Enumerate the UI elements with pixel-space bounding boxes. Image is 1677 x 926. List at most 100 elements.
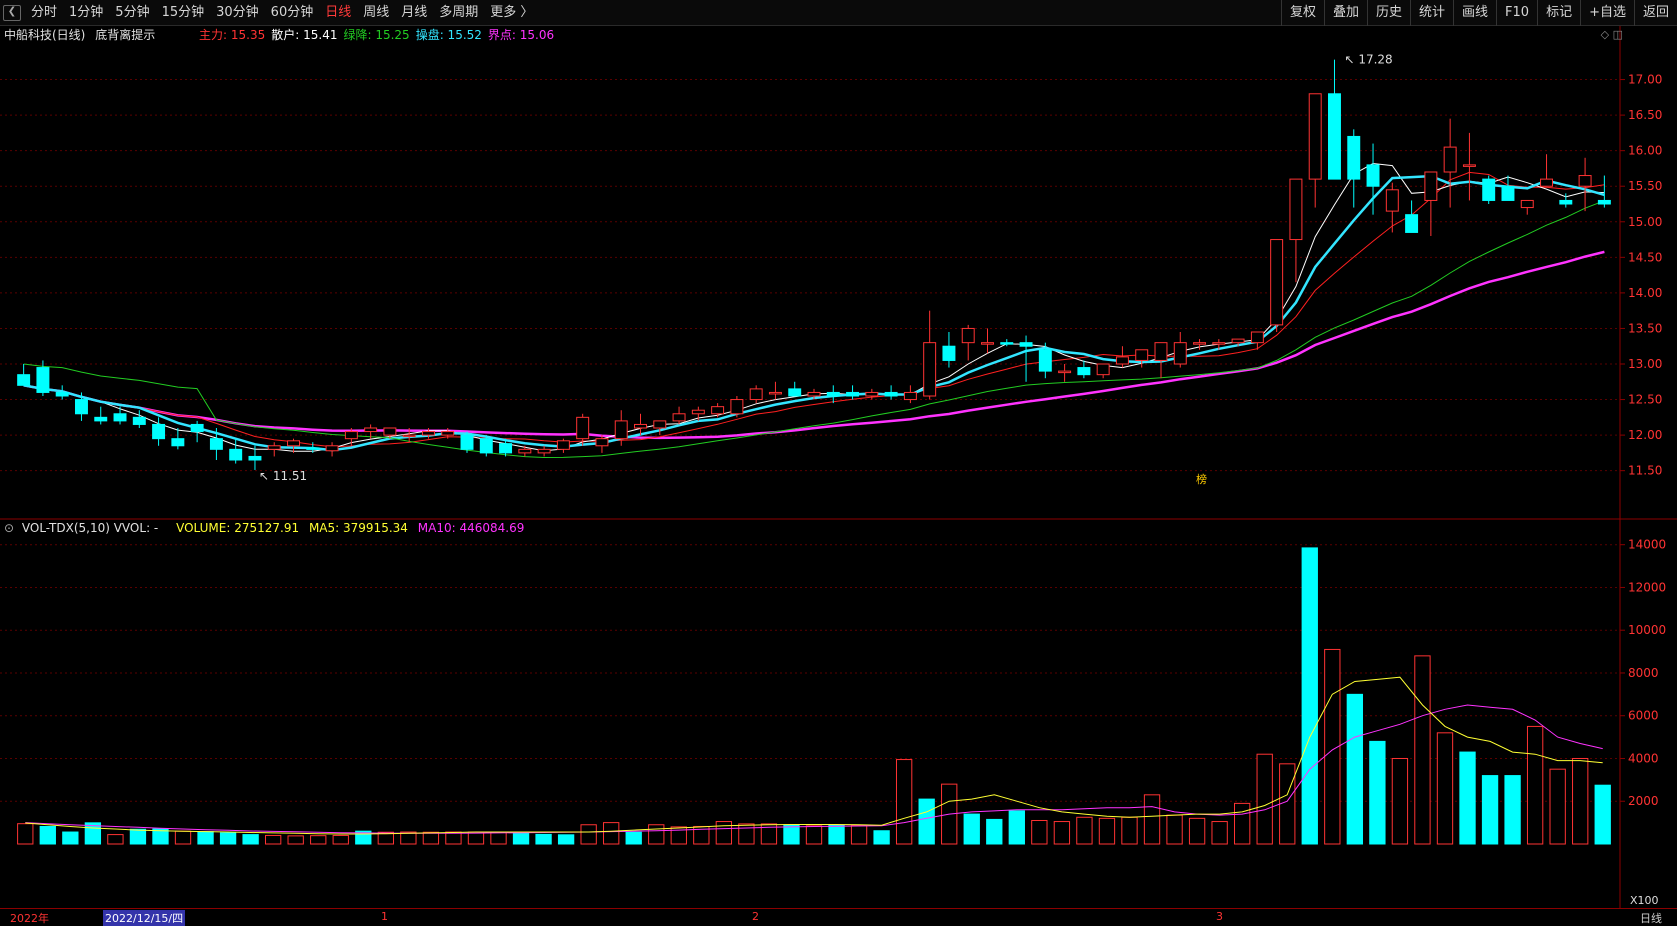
back-arrow-icon[interactable]: ❮ [3,5,21,21]
candle-body [248,455,262,461]
candle-body [1462,164,1476,167]
price-tick-label: 15.50 [1628,179,1662,193]
volume-bar [467,831,485,845]
volume-bar [1031,819,1048,845]
period-tab-4[interactable]: 30分钟 [210,0,265,26]
candle-body [1385,189,1399,212]
candle-body [653,420,667,429]
volume-bar [738,823,755,845]
candle-body [1212,342,1226,345]
volume-bar [1346,693,1364,845]
candle-body [1308,93,1322,180]
candle-body [614,420,628,440]
candle-body [152,423,166,440]
candle-body [1193,342,1207,345]
ma10-value: 446084.69 [459,521,525,535]
high-marker: ↖ 17.28 [1344,53,1392,67]
toolbar-action-1[interactable]: 叠加 [1323,0,1367,26]
volume-bar [1256,753,1273,845]
toolbar-action-0[interactable]: 复权 [1280,0,1324,26]
candle-body [749,388,763,401]
candle-body [1077,367,1091,376]
volume-bar [1414,655,1431,845]
volume-bar [1459,751,1476,845]
volume-bar [1098,817,1116,845]
period-tab-1[interactable]: 1分钟 [63,0,109,26]
candle-body [556,440,570,450]
toolbar-action-3[interactable]: 统计 [1410,0,1453,26]
toolbar-action-2[interactable]: 历史 [1366,0,1410,26]
candle-body [634,423,647,429]
volume-bar [1211,821,1228,845]
period-tab-3[interactable]: 15分钟 [156,0,211,26]
indicator-name: 底背离提示 [95,28,156,42]
collapse-icon[interactable]: ⊙ [4,521,14,535]
toolbar-action-5[interactable]: F10 [1496,0,1537,26]
volume-bar [535,833,552,845]
volume-bar [1549,768,1566,845]
candle-body [672,413,686,422]
candle-body [961,327,975,344]
candle-body [865,391,879,397]
candle-body [730,399,744,415]
candle-body [460,434,474,450]
volume-chart[interactable]: 14000 12000 10000 8000 6000 4000 2000 X100 [0,520,1677,908]
volume-chart-panel[interactable]: 14000 12000 10000 8000 6000 4000 2000 X100 ⊙ VO… [0,520,1677,924]
toolbar-action-6[interactable]: 标记 [1537,0,1580,26]
volume-bar [1436,732,1454,845]
volume-bar [1504,775,1521,845]
legend-item-0: 主力: 15.35 [199,28,266,42]
volume-bar [264,834,282,845]
candle-body [1231,338,1245,344]
price-bg [0,26,1677,520]
candle-body [1578,175,1592,187]
period-tab-0[interactable]: 分时 [25,0,63,26]
candle-body [1540,178,1554,187]
volume-unit: X100 [1630,894,1659,907]
candle-body [209,438,223,450]
toolbar-action-4[interactable]: 画线 [1453,0,1496,26]
volume-bar [445,831,462,845]
candle-body [788,388,802,397]
volume-bar [1279,763,1296,845]
candle-body [1135,349,1149,361]
candle-body [1173,342,1187,365]
candle-body [1250,331,1264,344]
price-chart[interactable]: 17.00 16.50 16.00 15.50 15.00 14.50 14.00 13.50… [0,26,1677,520]
rank-badge: 榜 [1196,472,1207,486]
period-tab-10[interactable]: 更多 〉 [484,0,539,26]
volume-bar [1572,757,1589,845]
volume-bar [490,831,507,845]
candle-body [287,440,300,447]
volume-bar [422,831,440,845]
price-tick-label: 17.00 [1628,73,1662,87]
period-tab-8[interactable]: 月线 [395,0,433,26]
volume-bar [783,824,800,845]
candle-body [826,391,840,397]
volume-bar [963,813,980,845]
price-chart-panel[interactable]: 17.00 16.50 16.00 15.50 15.00 14.50 14.00 13.50… [0,26,1677,520]
price-tick-label: 14.00 [1628,286,1662,300]
period-tab-2[interactable]: 5分钟 [109,0,155,26]
candle-body [518,448,532,454]
volume-bar [625,831,642,845]
ma-legend-items: 主力: 15.35 散户: 15.41 绿降: 15.25 操盘: 15.52 界点: … [199,28,560,42]
candle-body [229,448,243,461]
candle-body [190,423,204,433]
period-tab-9[interactable]: 多周期 [433,0,484,26]
period-tab-5[interactable]: 60分钟 [265,0,320,26]
volume-bar [62,831,79,845]
candle-body [1115,356,1129,365]
volume-bar [1166,814,1183,845]
period-tab-6[interactable]: 日线 [319,0,357,26]
volume-bar [310,835,327,845]
toolbar-action-7[interactable]: +自选 [1580,0,1634,26]
panel-corner-icons[interactable]: ◇ ◫ [1601,28,1623,41]
candle-body [499,443,513,454]
toolbar-action-8[interactable]: 返回 [1633,0,1677,26]
candle-body [537,448,551,454]
volume-bar [873,830,890,845]
candle-body [1019,342,1033,347]
period-tab-7[interactable]: 周线 [357,0,395,26]
time-axis: 2022年 2022/12/15/四 1 2 3 日线 [0,908,1677,926]
